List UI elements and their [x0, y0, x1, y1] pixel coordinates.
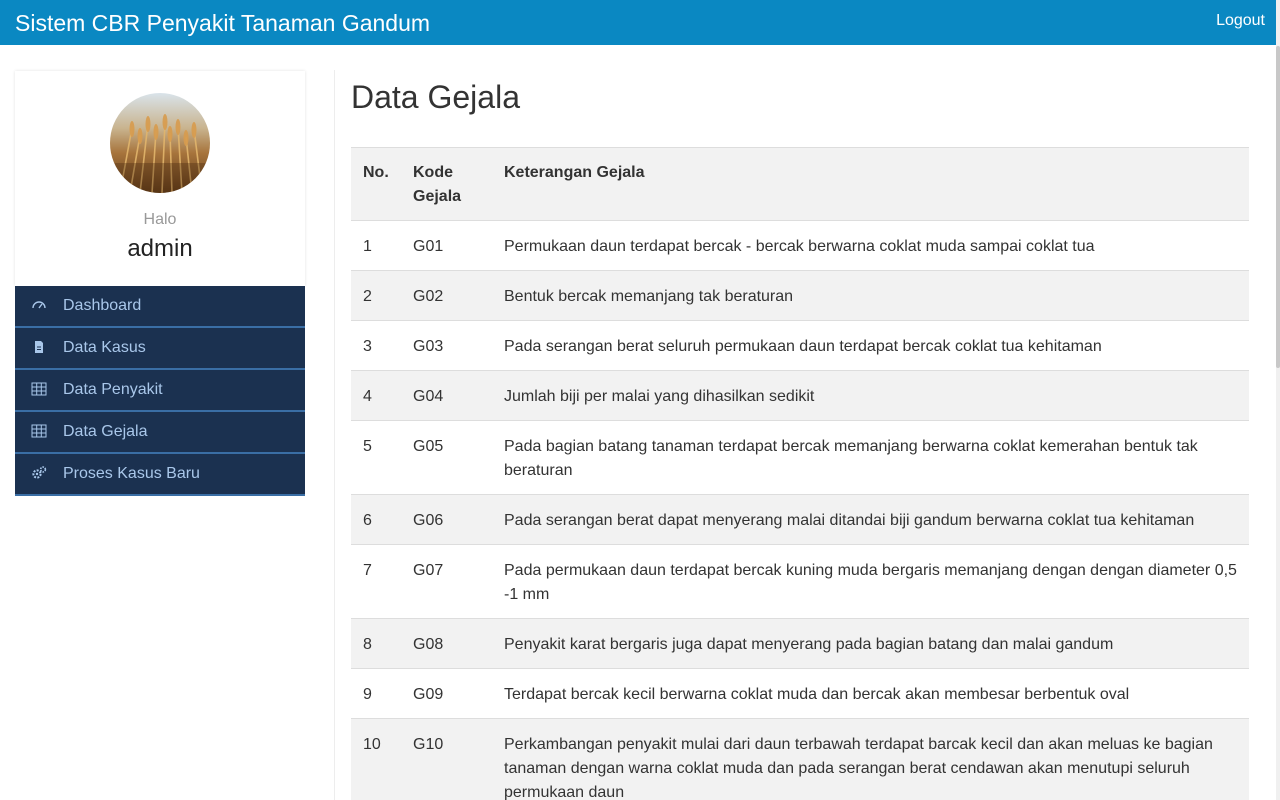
avatar	[110, 93, 210, 193]
cell-no: 4	[351, 370, 401, 421]
cell-no: 7	[351, 544, 401, 619]
cell-kode: G02	[401, 270, 492, 321]
cell-kode: G08	[401, 618, 492, 669]
sidebar-item-label: Data Penyakit	[63, 381, 163, 398]
cell-kode: G09	[401, 668, 492, 719]
page-scrollbar[interactable]	[1276, 0, 1280, 800]
wheat-avatar-image	[110, 93, 210, 193]
cell-keterangan: Pada serangan berat seluruh permukaan da…	[492, 320, 1249, 371]
header-kode-gejala: Kode Gejala	[401, 147, 492, 221]
cell-no: 8	[351, 618, 401, 669]
cell-no: 3	[351, 320, 401, 371]
cell-kode: G07	[401, 544, 492, 619]
cell-keterangan: Permukaan daun terdapat bercak - bercak …	[492, 220, 1249, 271]
content-divider	[334, 70, 335, 800]
cell-kode: G06	[401, 494, 492, 545]
sidebar-item-label: Proses Kasus Baru	[63, 465, 200, 482]
sidebar-item-dashboard[interactable]: Dashboard	[15, 286, 305, 328]
table-row: 5 G05 Pada bagian batang tanaman terdapa…	[351, 420, 1249, 495]
cell-kode: G01	[401, 220, 492, 271]
table-row: 3 G03 Pada serangan berat seluruh permuk…	[351, 320, 1249, 371]
table-icon	[31, 382, 47, 396]
top-navbar: Sistem CBR Penyakit Tanaman Gandum Logou…	[0, 0, 1276, 45]
sidebar-item-label: Data Gejala	[63, 423, 148, 440]
gejala-table: No. Kode Gejala Keterangan Gejala 1 G01 P…	[351, 147, 1249, 800]
table-row: 8 G08 Penyakit karat bergaris juga dapat…	[351, 618, 1249, 669]
file-icon	[35, 341, 43, 353]
sidebar-item-data-penyakit[interactable]: Data Penyakit	[15, 370, 305, 412]
header-kode-line2: Gejala	[413, 188, 462, 205]
cell-keterangan: Terdapat bercak kecil berwarna coklat mu…	[492, 668, 1249, 719]
sidebar-item-label: Data Kasus	[63, 339, 146, 356]
cell-keterangan: Bentuk bercak memanjang tak beraturan	[492, 270, 1249, 321]
table-row: 1 G01 Permukaan daun terdapat bercak - b…	[351, 220, 1249, 271]
cell-kode: G05	[401, 420, 492, 495]
sidebar-item-proses-kasus-baru[interactable]: Proses Kasus Baru	[15, 454, 305, 496]
scrollbar-thumb[interactable]	[1276, 46, 1280, 368]
table-row: 2 G02 Bentuk bercak memanjang tak beratu…	[351, 270, 1249, 321]
cell-kode: G10	[401, 718, 492, 800]
table-row: 7 G07 Pada permukaan daun terdapat berca…	[351, 544, 1249, 619]
table-row: 9 G09 Terdapat bercak kecil berwarna cok…	[351, 668, 1249, 719]
cell-no: 10	[351, 718, 401, 800]
table-row: 10 G10 Perkambangan penyakit mulai dari …	[351, 718, 1249, 800]
dashboard-icon	[32, 301, 46, 309]
cell-no: 1	[351, 220, 401, 271]
header-keterangan-gejala: Keterangan Gejala	[492, 147, 1249, 221]
profile-card: Halo admin	[15, 71, 305, 286]
logout-link[interactable]: Logout	[1216, 11, 1265, 31]
cell-no: 2	[351, 270, 401, 321]
cell-no: 9	[351, 668, 401, 719]
page-title: Data Gejala	[351, 79, 520, 115]
cell-keterangan: Jumlah biji per malai yang dihasilkan se…	[492, 370, 1249, 421]
greeting-text: Halo	[143, 211, 177, 228]
cell-keterangan: Perkambangan penyakit mulai dari daun te…	[492, 718, 1249, 800]
cell-keterangan: Penyakit karat bergaris juga dapat menye…	[492, 618, 1249, 669]
cell-no: 5	[351, 420, 401, 495]
header-kode-line1: Kode	[413, 164, 453, 181]
cell-kode: G03	[401, 320, 492, 371]
table-icon	[31, 424, 47, 438]
sidebar-item-data-gejala[interactable]: Data Gejala	[15, 412, 305, 454]
cell-keterangan: Pada serangan berat dapat menyerang mala…	[492, 494, 1249, 545]
cell-keterangan: Pada bagian batang tanaman terdapat berc…	[492, 420, 1249, 495]
username-text: admin	[127, 235, 193, 262]
cell-keterangan: Pada permukaan daun terdapat bercak kuni…	[492, 544, 1249, 619]
sidebar-menu: Dashboard Data Kasus Data Penyakit Data …	[15, 286, 305, 496]
cell-kode: G04	[401, 370, 492, 421]
table-row: 6 G06 Pada serangan berat dapat menyeran…	[351, 494, 1249, 545]
sidebar-item-data-kasus[interactable]: Data Kasus	[15, 328, 305, 370]
sidebar: Halo admin Dashboard Data Kasus Data Pen…	[15, 71, 305, 496]
sidebar-item-label: Dashboard	[63, 297, 142, 314]
table-header-row: No. Kode Gejala Keterangan Gejala	[351, 147, 1249, 221]
cell-no: 6	[351, 494, 401, 545]
app-title[interactable]: Sistem CBR Penyakit Tanaman Gandum	[15, 9, 430, 37]
table-row: 4 G04 Jumlah biji per malai yang dihasil…	[351, 370, 1249, 421]
header-no: No.	[351, 147, 401, 221]
gears-icon	[32, 466, 47, 479]
